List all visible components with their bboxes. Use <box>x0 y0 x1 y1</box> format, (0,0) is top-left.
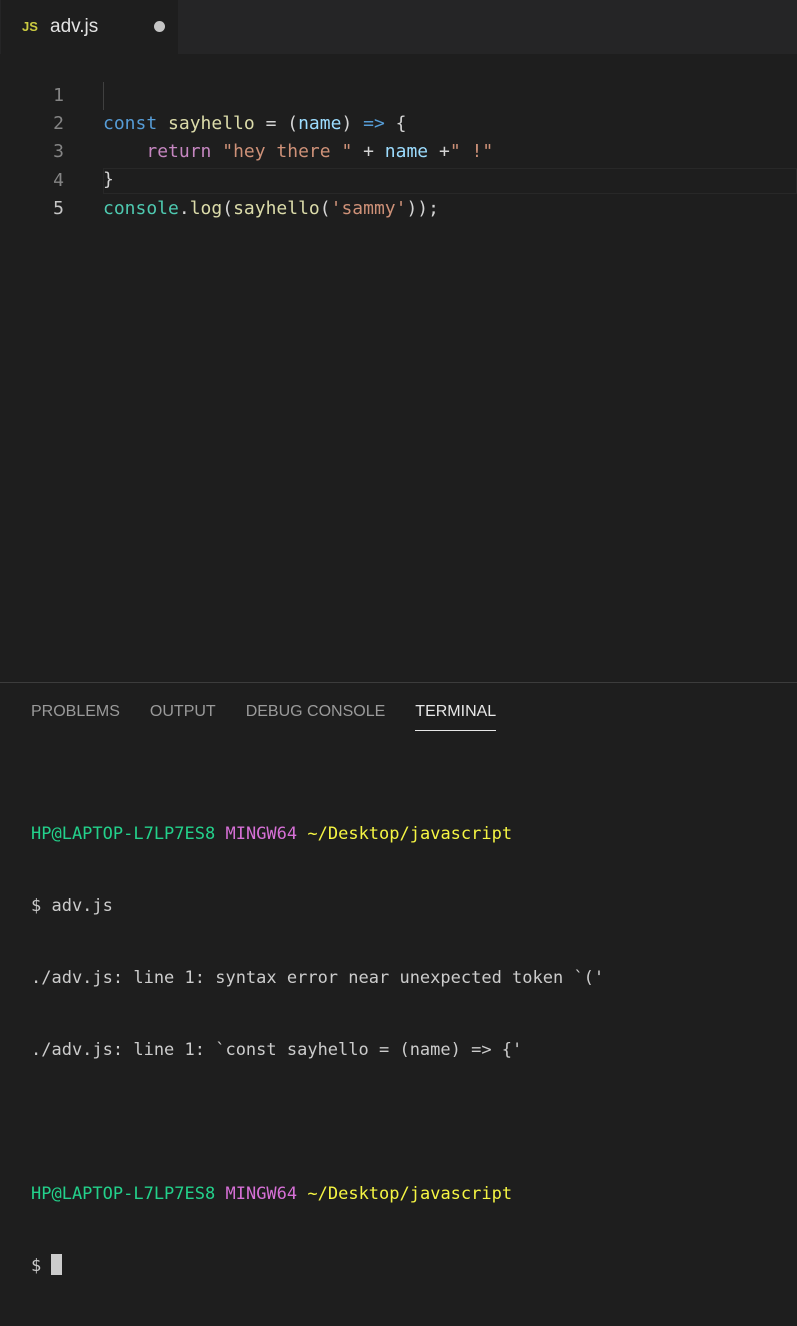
code-line-4[interactable]: 4 console.log(sayhello('sammy')); <box>0 139 797 219</box>
tab-terminal[interactable]: TERMINAL <box>415 703 497 731</box>
panel-tabs: PROBLEMS OUTPUT DEBUG CONSOLE TERMINAL <box>31 703 526 733</box>
terminal-error-line: ./adv.js: line 1: syntax error near unex… <box>31 968 605 988</box>
prompt-user: HP@LAPTOP-L7LP7ES8 <box>31 824 216 844</box>
terminal-input: $ <box>31 1256 52 1276</box>
tab-debug-console[interactable]: DEBUG CONSOLE <box>246 703 386 730</box>
unsaved-dot-icon[interactable] <box>154 21 165 32</box>
tab-output[interactable]: OUTPUT <box>150 703 216 730</box>
code-line-2[interactable]: 2 return "hey there " + name +" !" <box>0 82 797 162</box>
code-editor[interactable]: 1 const sayhello = (name) => { 2 return … <box>0 54 797 682</box>
js-file-icon: JS <box>22 19 38 34</box>
terminal-command: $ adv.js <box>31 896 113 916</box>
terminal-prompt: HP@LAPTOP-L7LP7ES8 MINGW64 ~/Desktop/jav… <box>31 1182 604 1206</box>
code-line-1[interactable]: 1 const sayhello = (name) => { <box>0 54 797 134</box>
code-line-3[interactable]: 3 } <box>0 110 797 190</box>
terminal-prompt: HP@LAPTOP-L7LP7ES8 MINGW64 ~/Desktop/jav… <box>31 822 604 846</box>
code-line-5[interactable]: 5 <box>0 167 797 219</box>
terminal-error-line: ./adv.js: line 1: `const sayhello = (nam… <box>31 1040 523 1060</box>
line-number: 5 <box>53 198 64 219</box>
prompt-path: ~/Desktop/javascript <box>307 1184 513 1204</box>
prompt-path: ~/Desktop/javascript <box>307 824 513 844</box>
tab-bar: JS adv.js <box>0 0 797 54</box>
tab-label: adv.js <box>50 16 99 37</box>
prompt-env: MINGW64 <box>225 824 298 844</box>
terminal-input-line[interactable]: $ <box>31 1254 604 1278</box>
cursor-block-icon <box>51 1254 63 1275</box>
prompt-user: HP@LAPTOP-L7LP7ES8 <box>31 1184 216 1204</box>
terminal-output[interactable]: HP@LAPTOP-L7LP7ES8 MINGW64 ~/Desktop/jav… <box>31 774 604 1326</box>
code-text: console.log(sayhello('sammy')); <box>103 198 439 219</box>
prompt-env: MINGW64 <box>225 1184 298 1204</box>
tab-problems[interactable]: PROBLEMS <box>31 703 120 730</box>
editor-tab-adv-js[interactable]: JS adv.js <box>1 0 178 54</box>
bottom-panel: PROBLEMS OUTPUT DEBUG CONSOLE TERMINAL H… <box>0 682 797 1276</box>
